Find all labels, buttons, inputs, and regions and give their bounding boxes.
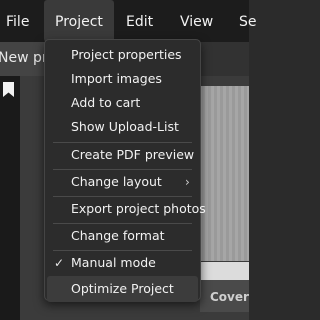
menu-item-add-to-cart[interactable]: Add to cart [45, 90, 200, 116]
bookmark-icon[interactable] [3, 82, 14, 97]
menu-project[interactable]: Project [44, 0, 114, 42]
menu-item-label: Import images [71, 71, 162, 86]
left-toolbar [0, 76, 20, 320]
menu-item-label: Change format [71, 228, 165, 243]
menu-item-project-properties[interactable]: Project properties [45, 42, 200, 68]
menu-item-label: Project properties [71, 47, 182, 62]
menu-item-change-format[interactable]: Change format [45, 223, 200, 249]
menu-item-export-project-photos[interactable]: Export project photos [45, 196, 206, 222]
menu-settings[interactable]: Se [239, 0, 257, 42]
menu-bar: File Project Edit View Se [0, 0, 257, 42]
menu-item-label: Add to cart [71, 95, 141, 110]
menu-item-label: Create PDF preview [71, 147, 195, 162]
menu-item-create-pdf-preview[interactable]: Create PDF preview [45, 142, 200, 168]
menu-edit[interactable]: Edit [126, 0, 153, 42]
menu-item-manual-mode[interactable]: ✓ Manual mode [45, 250, 200, 276]
menu-item-label: Export project photos [71, 201, 206, 216]
checkmark-icon: ✓ [54, 256, 65, 270]
menu-item-label: Optimize Project [71, 281, 174, 296]
cover-label: Cover [210, 290, 249, 304]
chevron-right-icon: › [185, 175, 190, 189]
menu-item-label: Change layout [71, 174, 162, 189]
menu-item-show-upload-list[interactable]: Show Upload-List [45, 114, 200, 140]
menu-item-import-images[interactable]: Import images [45, 66, 200, 92]
menu-item-change-layout[interactable]: Change layout › [45, 169, 200, 195]
menu-file[interactable]: File [6, 0, 29, 42]
tab-label: New pr [0, 50, 48, 66]
menu-view[interactable]: View [180, 0, 213, 42]
menu-item-label: Manual mode [71, 255, 156, 270]
project-dropdown-menu: Project properties Import images Add to … [44, 39, 206, 302]
menu-item-optimize-project[interactable]: Optimize Project [47, 276, 198, 302]
menu-item-label: Show Upload-List [71, 119, 179, 134]
